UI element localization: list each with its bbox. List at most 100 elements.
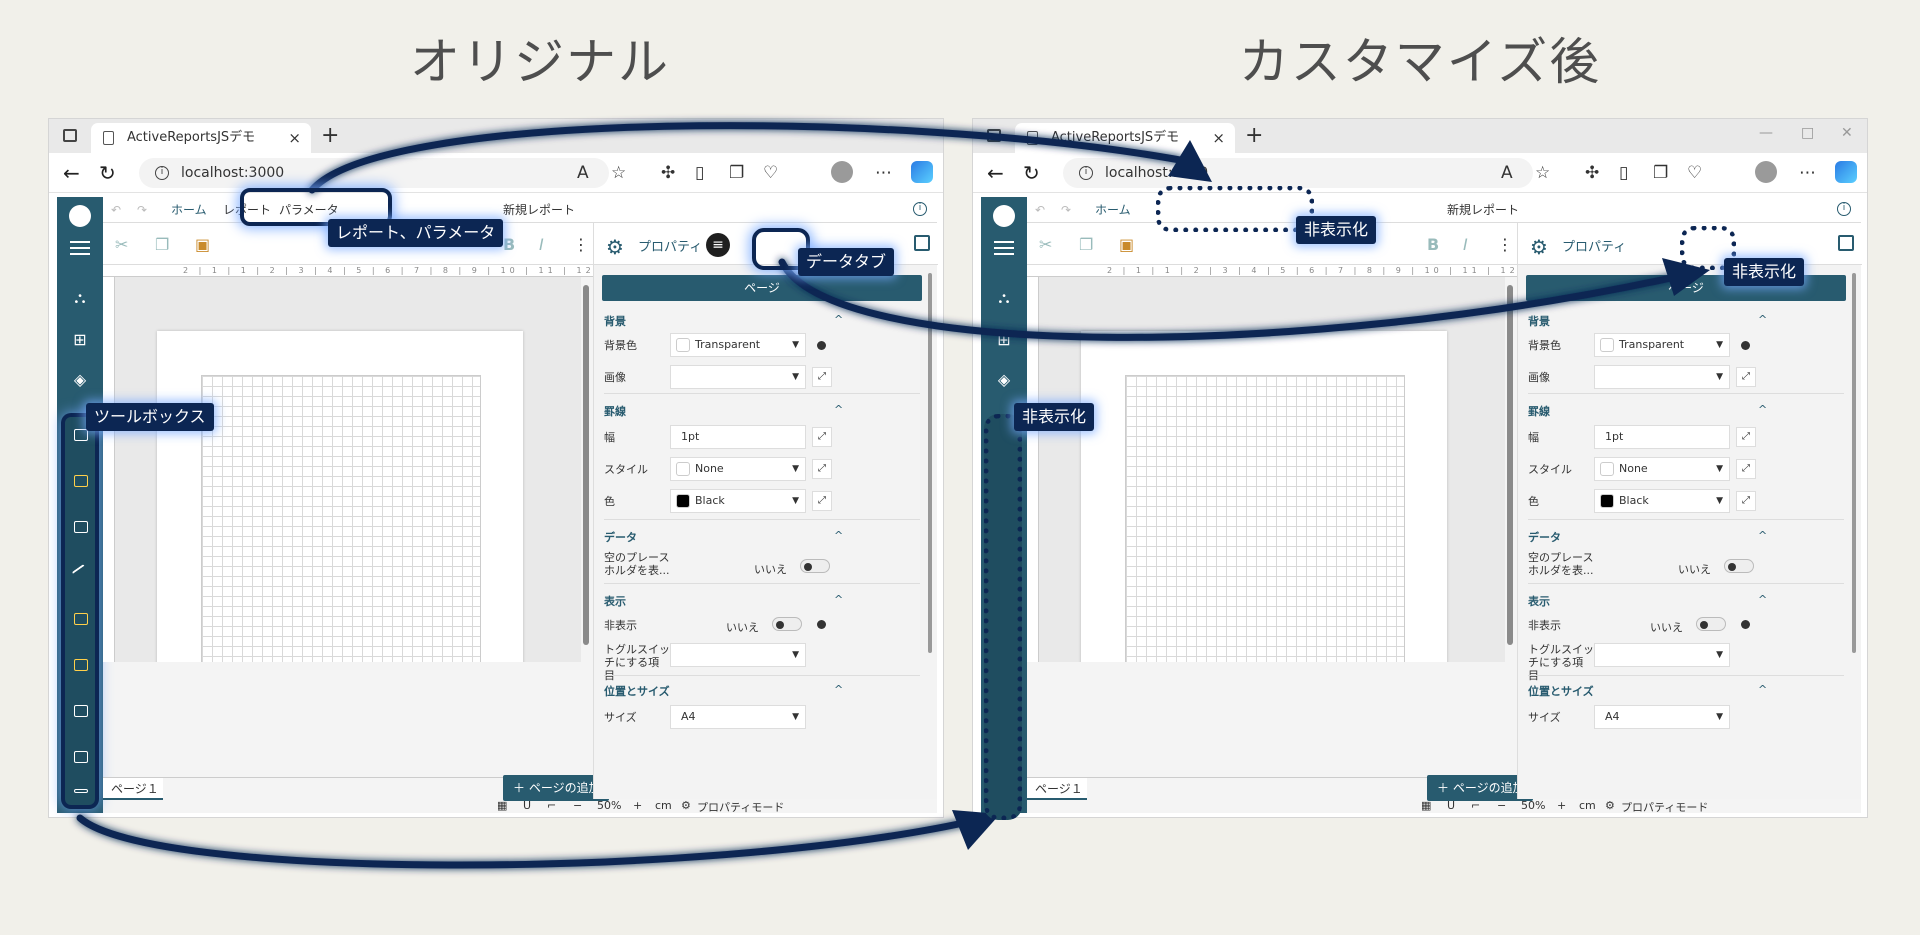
expand-icon[interactable]: ⤢ [1736, 427, 1756, 447]
snap-icon[interactable]: U [523, 799, 531, 812]
more-icon[interactable]: ⋯ [875, 163, 892, 183]
size-select[interactable]: A4 ▼ [670, 705, 806, 729]
back-icon[interactable]: ← [987, 161, 1004, 185]
more-options-icon[interactable]: ⋮ [1497, 235, 1513, 254]
undo-icon[interactable]: ↶ [1035, 197, 1045, 223]
extensions-icon[interactable]: ✣ [1585, 163, 1599, 183]
reset-dot-icon[interactable] [1741, 620, 1750, 629]
url-bar[interactable]: i localhost:3000 [139, 158, 609, 188]
width-input[interactable]: 1pt [670, 425, 806, 449]
style-select[interactable]: None ▼ [670, 457, 806, 481]
tab-home[interactable]: ホーム [171, 197, 207, 225]
gear-icon[interactable]: ⚙ [1530, 235, 1548, 259]
bg-color-select[interactable]: Transparent ▼ [670, 333, 806, 357]
zoom-level[interactable]: 50% [1521, 799, 1545, 812]
copilot-icon[interactable] [1835, 161, 1857, 183]
zoom-in-icon[interactable]: + [1557, 799, 1566, 812]
redo-icon[interactable]: ↷ [1061, 197, 1071, 223]
canvas-scrollbar[interactable] [583, 285, 589, 645]
empty-placeholder-toggle[interactable] [800, 559, 830, 573]
section-border[interactable]: 罫線 [1528, 403, 1767, 419]
toggle-item-select[interactable]: ▼ [670, 643, 806, 667]
zoom-out-icon[interactable]: − [1497, 799, 1506, 812]
zoom-level[interactable]: 50% [597, 799, 621, 812]
property-mode[interactable]: プロパティモード [697, 799, 784, 815]
layers-icon[interactable]: ◈ [70, 371, 90, 389]
italic-icon[interactable]: I [1463, 235, 1468, 254]
reload-icon[interactable]: ↻ [99, 161, 116, 185]
design-canvas[interactable] [1039, 277, 1505, 662]
expand-icon[interactable]: ⤢ [1736, 367, 1756, 387]
panel-scrollbar[interactable] [1852, 273, 1856, 653]
shape-tool-icon[interactable] [74, 613, 88, 625]
profile-avatar[interactable] [1755, 161, 1777, 183]
read-aloud-icon[interactable]: A [577, 163, 589, 183]
image-select[interactable]: ▼ [670, 365, 806, 389]
close-tab-icon[interactable]: × [288, 123, 301, 153]
group-editor-icon[interactable]: ⊞ [994, 331, 1014, 349]
cut-icon[interactable]: ✂ [1039, 235, 1052, 254]
expand-icon[interactable]: ⤢ [1736, 459, 1756, 479]
reload-icon[interactable]: ↻ [1023, 161, 1040, 185]
new-tab-icon[interactable]: + [1245, 123, 1263, 148]
zoom-in-icon[interactable]: + [633, 799, 642, 812]
split-screen-icon[interactable]: ▯ [1619, 163, 1628, 183]
info-icon[interactable]: i [1837, 202, 1851, 216]
bg-color-select[interactable]: Transparent ▼ [1594, 333, 1730, 357]
close-tab-icon[interactable]: × [1212, 123, 1225, 153]
reset-dot-icon[interactable] [817, 620, 826, 629]
color-select[interactable]: Black ▼ [1594, 489, 1730, 513]
section-border[interactable]: 罫線 [604, 403, 843, 419]
copilot-icon[interactable] [911, 161, 933, 183]
design-canvas[interactable] [115, 277, 581, 662]
section-display[interactable]: 表示 [604, 593, 843, 609]
url-bar[interactable]: i localhost:3000 [1063, 158, 1533, 188]
unit-label[interactable]: cm [655, 799, 672, 812]
minimize-icon[interactable]: — [1759, 125, 1773, 141]
expand-icon[interactable]: ⤢ [812, 427, 832, 447]
section-display[interactable]: 表示 [1528, 593, 1767, 609]
unit-label[interactable]: cm [1579, 799, 1596, 812]
empty-placeholder-toggle[interactable] [1724, 559, 1754, 573]
collections-icon[interactable]: ❐ [1653, 163, 1668, 183]
section-data[interactable]: データ [1528, 529, 1767, 545]
report-page[interactable] [1081, 331, 1447, 662]
section-background[interactable]: 背景 [1528, 313, 1767, 329]
collapse-panel-icon[interactable] [914, 235, 930, 251]
hamburger-icon[interactable] [70, 241, 90, 255]
bold-icon[interactable]: B [1427, 235, 1439, 254]
window-icon[interactable] [63, 129, 77, 142]
grid-icon[interactable]: ▦ [497, 799, 507, 812]
new-tab-icon[interactable]: + [321, 123, 339, 148]
reset-dot-icon[interactable] [1741, 341, 1750, 350]
ruler-icon[interactable]: ⌐ [547, 799, 556, 812]
toggle-item-select[interactable]: ▼ [1594, 643, 1730, 667]
database-icon[interactable]: ≡ [706, 233, 730, 257]
more-icon[interactable]: ⋯ [1799, 163, 1816, 183]
tab-home[interactable]: ホーム [1095, 197, 1131, 225]
size-select[interactable]: A4 ▼ [1594, 705, 1730, 729]
layers-icon[interactable]: ◈ [994, 371, 1014, 389]
more-tools-icon[interactable] [74, 789, 88, 793]
health-icon[interactable]: ♡ [1687, 163, 1702, 183]
paste-icon[interactable]: ▣ [1119, 235, 1134, 254]
close-window-icon[interactable]: ✕ [1841, 125, 1853, 141]
page-selector[interactable]: ページ [602, 275, 922, 301]
more-options-icon[interactable]: ⋮ [573, 235, 589, 254]
page-tab[interactable]: ページ１ [103, 778, 163, 800]
image-select[interactable]: ▼ [1594, 365, 1730, 389]
bold-icon[interactable]: B [503, 235, 515, 254]
copy-icon[interactable]: ❐ [155, 235, 169, 254]
extensions-icon[interactable]: ✣ [661, 163, 675, 183]
section-position-size[interactable]: 位置とサイズ [1528, 683, 1766, 699]
group-editor-icon[interactable]: ⊞ [70, 331, 90, 349]
reset-dot-icon[interactable] [817, 341, 826, 350]
textbox-tool-icon[interactable] [74, 429, 88, 441]
split-screen-icon[interactable]: ▯ [695, 163, 704, 183]
hidden-toggle[interactable] [772, 617, 802, 631]
undo-icon[interactable]: ↶ [111, 197, 121, 223]
cut-icon[interactable]: ✂ [115, 235, 128, 254]
collections-icon[interactable]: ❐ [729, 163, 744, 183]
report-explorer-icon[interactable]: ⛬ [994, 289, 1014, 307]
maximize-icon[interactable]: □ [1801, 125, 1814, 141]
